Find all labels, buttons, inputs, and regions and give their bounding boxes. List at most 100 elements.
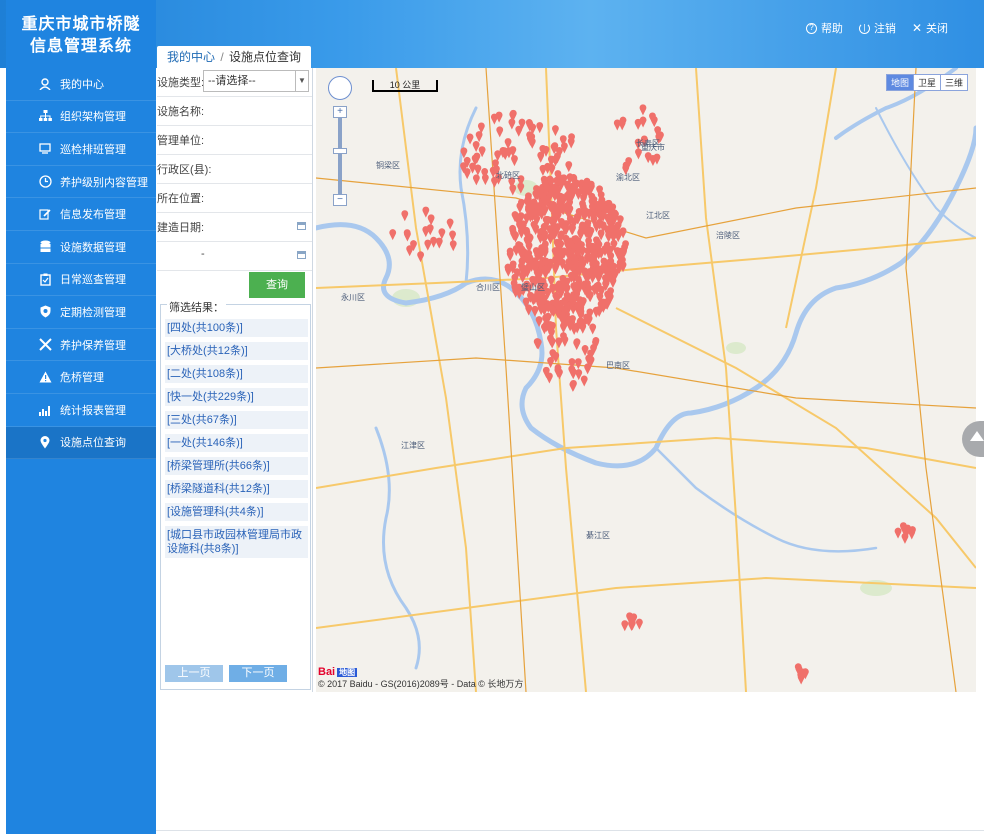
shield-icon <box>38 305 52 319</box>
breadcrumb-separator: / <box>220 50 224 64</box>
clipboard-icon <box>38 272 52 286</box>
next-page-button[interactable]: 下一页 <box>229 665 287 682</box>
map-type-switch: 地图 卫星 三维 <box>885 74 968 91</box>
map-place-label: 永川区 <box>341 292 365 302</box>
search-button[interactable]: 查询 <box>249 272 305 298</box>
sidebar-item-schedule[interactable]: 巡检排班管理 <box>6 133 156 166</box>
sidebar-item-label: 养护保养管理 <box>60 339 126 352</box>
monitor-icon <box>38 142 52 156</box>
result-item[interactable]: [快一处(共229条)] <box>165 388 308 406</box>
zoom-in-button[interactable]: + <box>333 106 347 118</box>
map-type-3d[interactable]: 三维 <box>939 75 967 90</box>
build-date-label: 建造日期: <box>157 222 205 234</box>
result-item[interactable]: [桥梁隧道科(共12条)] <box>165 480 308 498</box>
location-input[interactable] <box>209 188 309 208</box>
sidebar-item-label: 我的中心 <box>60 78 104 91</box>
facility-type-select[interactable]: --请选择-- ▼ <box>203 70 309 92</box>
sidebar-item-label: 定期检测管理 <box>60 306 126 319</box>
build-date-row: 建造日期: <box>157 213 312 242</box>
results-box: 筛选结果： [四处(共100条)] [大桥处(共12条)] [二处(共108条)… <box>160 299 311 690</box>
breadcrumb: 我的中心 / 设施点位查询 <box>157 46 312 68</box>
logout-button[interactable]: | 注销 <box>858 20 896 36</box>
warning-icon <box>38 370 52 384</box>
sidebar-item-dangerous-bridge[interactable]: 危桥管理 <box>6 361 156 394</box>
header-actions: ? 帮助 | 注销 ✕ 关闭 <box>805 20 948 36</box>
map-place-label: 巴南区 <box>606 360 630 370</box>
sidebar-item-label: 组织架构管理 <box>60 111 126 124</box>
sidebar-item-statistics[interactable]: 统计报表管理 <box>6 394 156 427</box>
logout-label: 注销 <box>873 23 896 35</box>
results-legend: 筛选结果： <box>167 299 226 315</box>
location-label: 所在位置: <box>157 193 205 205</box>
sidebar-item-facility-data[interactable]: 设施数据管理 <box>6 231 156 264</box>
breadcrumb-current: 设施点位查询 <box>229 50 302 64</box>
chevron-down-icon: ▼ <box>295 71 308 91</box>
map-place-label: 渝北区 <box>616 172 640 182</box>
map-scale: 10 公里 <box>372 80 438 92</box>
sidebar-item-facility-location[interactable]: 设施点位查询 <box>6 426 156 460</box>
district-label: 行政区(县): <box>157 164 212 176</box>
map-type-map[interactable]: 地图 <box>886 75 913 90</box>
result-item[interactable]: [桥梁管理所(共66条)] <box>165 457 308 475</box>
pan-control[interactable] <box>328 76 352 100</box>
management-unit-input[interactable] <box>209 130 309 150</box>
result-item[interactable]: [四处(共100条)] <box>165 319 308 337</box>
map-place-label: 璧山区 <box>521 282 545 292</box>
facility-name-label: 设施名称: <box>157 106 205 118</box>
calendar-icon[interactable] <box>297 222 306 230</box>
facility-type-value: --请选择-- <box>208 75 256 87</box>
date-range-separator: - <box>201 248 205 260</box>
map-place-label: 江北区 <box>646 211 670 220</box>
prev-page-button[interactable]: 上一页 <box>165 665 223 682</box>
bar-chart-icon <box>38 403 52 417</box>
sidebar-item-maintenance-level[interactable]: 养护级别内容管理 <box>6 166 156 199</box>
tools-icon <box>38 338 52 352</box>
close-button[interactable]: ✕ 关闭 <box>912 20 948 36</box>
zoom-slider-handle[interactable] <box>333 148 347 154</box>
map-place-label: 长寿区 <box>636 138 660 148</box>
facility-name-input[interactable] <box>209 101 309 121</box>
sidebar-item-publish[interactable]: 信息发布管理 <box>6 198 156 231</box>
database-icon <box>38 240 52 254</box>
result-item[interactable]: [一处(共146条)] <box>165 434 308 452</box>
help-label: 帮助 <box>820 23 843 35</box>
zoom-out-button[interactable]: − <box>333 194 347 206</box>
result-item[interactable]: [三处(共67条)] <box>165 411 308 429</box>
sidebar-item-org[interactable]: 组织架构管理 <box>6 101 156 134</box>
close-icon: ✕ <box>911 21 922 35</box>
map-place-label: 铜梁区 <box>376 160 400 170</box>
sidebar: 我的中心 组织架构管理 巡检排班管理 养护级别内容管理 信息发布管理 设施数据管… <box>6 68 156 834</box>
facility-name-row: 设施名称: <box>157 97 312 126</box>
top-header: 重庆市城市桥隧 信息管理系统 ? 帮助 | 注销 ✕ 关闭 我的中心 / 设施点位查询 <box>0 0 984 68</box>
result-item[interactable]: [设施管理科(共4条)] <box>165 503 308 521</box>
map-view[interactable]: 重庆市 江津区 合川区 长寿区 涪陵区 綦江区 璧山区 铜梁区 永川区 北碚区 渝北区 巴南区 江北区 … <box>316 68 976 692</box>
clock-icon <box>38 175 52 189</box>
result-item[interactable]: [二处(共108条)] <box>165 365 308 383</box>
management-unit-row: 管理单位: <box>157 126 312 155</box>
calendar-icon[interactable] <box>297 251 306 259</box>
sidebar-item-daily-inspection[interactable]: 日常巡查管理 <box>6 264 156 297</box>
breadcrumb-home[interactable]: 我的中心 <box>167 50 215 64</box>
sidebar-item-label: 养护级别内容管理 <box>60 176 148 189</box>
sidebar-item-upkeep[interactable]: 养护保养管理 <box>6 329 156 362</box>
sidebar-item-label: 设施点位查询 <box>60 437 126 450</box>
map-copyright: © 2017 Baidu - GS(2016)2089号 - Data © 长地… <box>318 679 524 689</box>
result-item[interactable]: [大桥处(共12条)] <box>165 342 308 360</box>
map-type-satellite[interactable]: 卫星 <box>912 75 940 90</box>
footer-divider <box>156 830 984 831</box>
help-button[interactable]: ? 帮助 <box>805 20 843 36</box>
close-label: 关闭 <box>926 23 948 35</box>
sidebar-item-label: 日常巡查管理 <box>60 274 126 287</box>
location-pin-icon <box>38 435 52 449</box>
build-date-end-input[interactable] <box>219 246 309 266</box>
sidebar-item-my-center[interactable]: 我的中心 <box>6 68 156 101</box>
district-input[interactable] <box>219 159 309 179</box>
zoom-slider-track[interactable] <box>333 118 347 194</box>
result-item[interactable]: [城口县市政园林管理局市政设施科(共8条)] <box>165 526 308 558</box>
map-canvas[interactable]: 重庆市江津区合川区长寿区涪陵区綦江区璧山区铜梁区永川区北碚区 渝北区巴南区江北区 <box>316 68 976 692</box>
sidebar-item-label: 设施数据管理 <box>60 241 126 254</box>
map-place-label: 綦江区 <box>586 530 610 540</box>
sidebar-item-label: 统计报表管理 <box>60 404 126 417</box>
sidebar-item-periodic-detection[interactable]: 定期检测管理 <box>6 296 156 329</box>
user-icon <box>38 77 52 91</box>
